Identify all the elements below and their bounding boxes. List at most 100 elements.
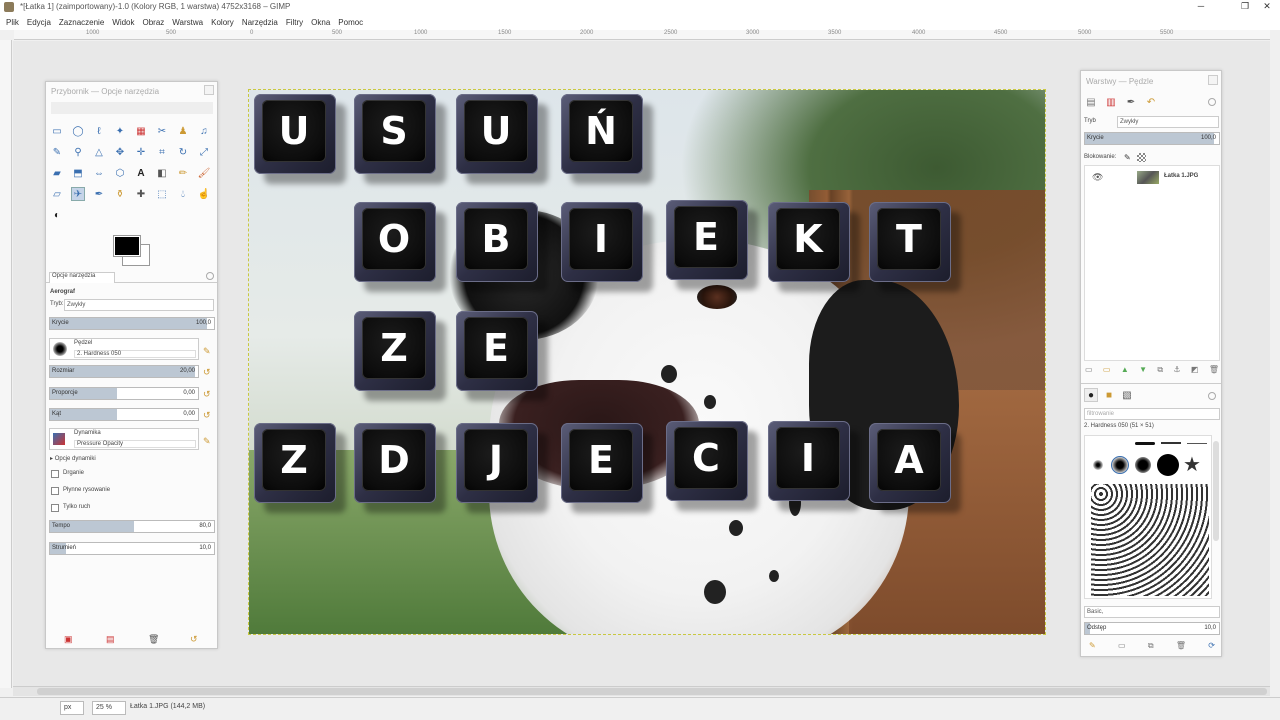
tab-tool-options[interactable]: Opcje narzędzia (49, 272, 115, 283)
move-icon[interactable]: ✥ (113, 145, 127, 159)
brush-item[interactable] (1161, 442, 1181, 444)
foreground-color-swatch[interactable] (113, 235, 141, 257)
scissors-icon[interactable]: ✂ (155, 124, 169, 138)
rotate-icon[interactable]: ↻ (176, 145, 190, 159)
gradients-tab-icon[interactable]: ▧ (1120, 388, 1134, 402)
shear-icon[interactable]: ▰ (50, 166, 64, 180)
align-icon[interactable]: ✛ (134, 145, 148, 159)
duplicate-layer-icon[interactable]: ⧉ (1157, 365, 1163, 375)
rect-select-icon[interactable]: ▭ (50, 124, 64, 138)
undo-tab-icon[interactable]: ↶ (1144, 95, 1158, 109)
reset-angle-icon[interactable]: ↺ (203, 410, 211, 421)
restore-options-icon[interactable]: ▤ (106, 634, 115, 645)
delete-options-icon[interactable]: 🗑︎ (148, 634, 159, 645)
minimize-button[interactable]: ─ (1186, 0, 1216, 14)
layer-mode-select[interactable]: Zwykły (1117, 116, 1219, 128)
brush-filter-input[interactable]: filtrowanie (1084, 408, 1220, 420)
mode-select[interactable]: Zwykły (64, 299, 214, 311)
tab-menu-icon[interactable] (206, 272, 214, 280)
tab-menu-icon[interactable] (1208, 98, 1216, 106)
perspective-clone-icon[interactable]: ⬚ (155, 187, 169, 201)
perspective-icon[interactable]: ⬒ (71, 166, 85, 180)
layers-tab-icon[interactable]: ▤ (1084, 95, 1098, 109)
brush-item[interactable] (1135, 457, 1151, 473)
menu-filters[interactable]: Filtry (286, 18, 303, 27)
panel-menu-icon[interactable] (204, 85, 214, 95)
smooth-checkbox[interactable] (51, 487, 59, 495)
layer-opacity-slider[interactable]: Krycie 100,0 (1084, 132, 1220, 145)
menu-file[interactable]: Plik (6, 18, 19, 27)
paths-tab-icon[interactable]: ✒ (1124, 95, 1138, 109)
color-picker-icon[interactable]: ✎ (50, 145, 64, 159)
unit-select[interactable]: px (60, 701, 84, 715)
aspect-slider[interactable]: Proporcje 0,00 (49, 387, 199, 400)
free-select-icon[interactable]: ℓ (92, 124, 106, 138)
patterns-tab-icon[interactable]: ■ (1102, 388, 1116, 402)
duplicate-brush-icon[interactable]: ⧉ (1148, 641, 1154, 651)
edit-brush-icon[interactable]: ✎ (203, 346, 211, 357)
edit-dynamics-icon[interactable]: ✎ (203, 436, 211, 447)
delete-layer-icon[interactable]: 🗑︎ (1209, 365, 1219, 375)
ellipse-select-icon[interactable]: ◯ (71, 124, 85, 138)
dodge-burn-icon[interactable]: ◐ (50, 208, 64, 222)
crop-icon[interactable]: ⌗ (155, 145, 169, 159)
dynamics-options-expander[interactable]: ▸ Opcje dynamiki (50, 455, 96, 462)
incremental-checkbox[interactable] (51, 504, 59, 512)
tab-menu-icon[interactable] (1208, 392, 1216, 400)
clone-icon[interactable]: ⚱ (113, 187, 127, 201)
bucket-fill-icon[interactable]: ◧ (155, 166, 169, 180)
brush-textures[interactable] (1091, 484, 1209, 596)
lower-layer-icon[interactable]: ▼ (1139, 365, 1147, 375)
horizontal-scrollbar[interactable] (13, 686, 1270, 696)
new-group-icon[interactable]: ▭ (1103, 365, 1111, 375)
panel-menu-icon[interactable] (1208, 75, 1218, 85)
paintbrush-icon[interactable]: 🖌︎ (197, 166, 211, 180)
flow-slider[interactable]: Strumień 10,0 (49, 542, 215, 555)
brush-item[interactable] (1157, 454, 1179, 476)
brush-item[interactable] (1187, 443, 1207, 444)
rate-slider[interactable]: Tempo 80,0 (49, 520, 215, 533)
layer-row[interactable]: 👁︎ Łatka 1.JPG (1085, 168, 1219, 186)
measure-icon[interactable]: △ (92, 145, 106, 159)
menu-colors[interactable]: Kolory (211, 18, 234, 27)
text-icon[interactable]: A (134, 166, 148, 180)
blur-icon[interactable]: 💧︎ (176, 187, 190, 201)
delete-brush-icon[interactable]: 🗑︎ (1176, 641, 1186, 651)
zoom-select[interactable]: 25 % (92, 701, 126, 715)
airbrush-icon[interactable]: ✈ (71, 187, 85, 201)
brushes-scrollbar[interactable] (1213, 441, 1219, 541)
new-brush-icon[interactable]: ▭ (1118, 641, 1126, 651)
eraser-icon[interactable]: ▱ (50, 187, 64, 201)
flip-icon[interactable]: ⇔ (92, 166, 106, 180)
brush-item[interactable] (1093, 460, 1103, 470)
menu-image[interactable]: Obraz (143, 18, 165, 27)
color-select-icon[interactable]: ▦ (134, 124, 148, 138)
heal-icon[interactable]: ✚ (134, 187, 148, 201)
brush-item-selected[interactable] (1111, 456, 1129, 474)
brush-selector[interactable]: Pędzel 2. Hardness 050 (49, 338, 199, 360)
lock-pixels-icon[interactable]: ✎ (1124, 153, 1131, 162)
menu-layer[interactable]: Warstwa (172, 18, 203, 27)
menu-select[interactable]: Zaznaczenie (59, 18, 104, 27)
smudge-icon[interactable]: ☝ (197, 187, 211, 201)
menu-tools[interactable]: Narzędzia (242, 18, 278, 27)
reset-size-icon[interactable]: ↺ (203, 367, 211, 378)
lock-alpha-icon[interactable] (1137, 153, 1146, 162)
edit-brush-icon[interactable]: ✎ (1089, 641, 1096, 651)
scale-icon[interactable]: ⤢ (197, 145, 211, 159)
zoom-icon[interactable]: ⚲ (71, 145, 85, 159)
spacing-slider[interactable]: Odstęp 10,0 (1084, 622, 1220, 635)
raise-layer-icon[interactable]: ▲ (1121, 365, 1129, 375)
brushes-tab-icon[interactable]: ● (1084, 388, 1098, 402)
reset-aspect-icon[interactable]: ↺ (203, 389, 211, 400)
reset-options-icon[interactable]: ↺ (190, 634, 198, 645)
foreground-select-icon[interactable]: ♟ (176, 124, 190, 138)
angle-slider[interactable]: Kąt 0,00 (49, 408, 199, 421)
paths-icon[interactable]: ♫ (197, 124, 211, 138)
brush-item[interactable] (1135, 442, 1155, 445)
star-brush-icon[interactable]: ★ (1183, 454, 1201, 476)
anchor-layer-icon[interactable]: ⚓︎ (1173, 365, 1180, 375)
close-button[interactable]: ✕ (1252, 0, 1280, 14)
save-options-icon[interactable]: ▣ (64, 634, 73, 645)
visibility-eye-icon[interactable]: 👁︎ (1092, 172, 1103, 183)
